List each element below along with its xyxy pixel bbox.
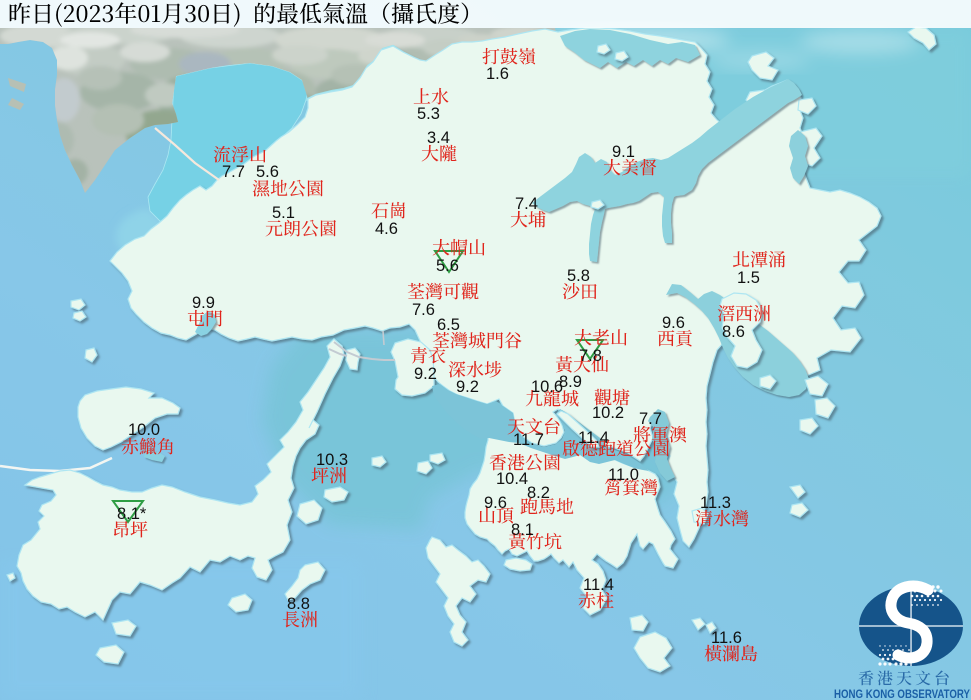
svg-text:9.2: 9.2 (456, 378, 479, 396)
svg-text:9.6: 9.6 (662, 314, 685, 332)
svg-text:10.6: 10.6 (531, 378, 563, 396)
svg-text:5.6: 5.6 (256, 163, 279, 181)
svg-text:10.4: 10.4 (496, 470, 528, 488)
svg-text:11.7: 11.7 (513, 431, 544, 449)
svg-text:9.9: 9.9 (192, 294, 215, 312)
svg-text:11.4: 11.4 (578, 429, 609, 447)
svg-text:9.2: 9.2 (414, 365, 437, 383)
svg-text:11.4: 11.4 (583, 576, 614, 594)
svg-text:6.5: 6.5 (437, 316, 460, 334)
svg-text:8.6: 8.6 (722, 323, 745, 341)
svg-text:7.7: 7.7 (222, 163, 245, 181)
svg-text:11.0: 11.0 (608, 466, 639, 484)
svg-text:5.1: 5.1 (272, 204, 295, 222)
svg-text:7.6: 7.6 (412, 301, 435, 319)
svg-text:11.3: 11.3 (700, 494, 731, 512)
svg-text:11.6: 11.6 (711, 629, 742, 647)
svg-text:5.6: 5.6 (436, 257, 459, 275)
svg-text:4.6: 4.6 (375, 220, 398, 238)
svg-text:7.8: 7.8 (579, 347, 602, 365)
svg-text:9.1: 9.1 (612, 143, 635, 161)
svg-text:HONG KONG OBSERVATORY: HONG KONG OBSERVATORY (834, 689, 970, 700)
svg-text:10.0: 10.0 (128, 421, 160, 439)
svg-text:8.2: 8.2 (527, 484, 550, 502)
svg-text:8.1: 8.1 (511, 521, 534, 539)
svg-text:8.1*: 8.1* (117, 505, 147, 523)
svg-text:7.7: 7.7 (639, 410, 662, 428)
svg-text:10.3: 10.3 (316, 451, 348, 469)
svg-text:10.2: 10.2 (592, 404, 624, 422)
svg-text:8.8: 8.8 (287, 595, 310, 613)
svg-text:1.6: 1.6 (486, 65, 509, 83)
svg-text:7.4: 7.4 (515, 195, 538, 213)
svg-text:3.4: 3.4 (427, 129, 450, 147)
svg-text:5.8: 5.8 (567, 267, 590, 285)
svg-text:5.3: 5.3 (417, 105, 440, 123)
svg-text:1.5: 1.5 (737, 269, 760, 287)
svg-text:9.6: 9.6 (484, 494, 507, 512)
